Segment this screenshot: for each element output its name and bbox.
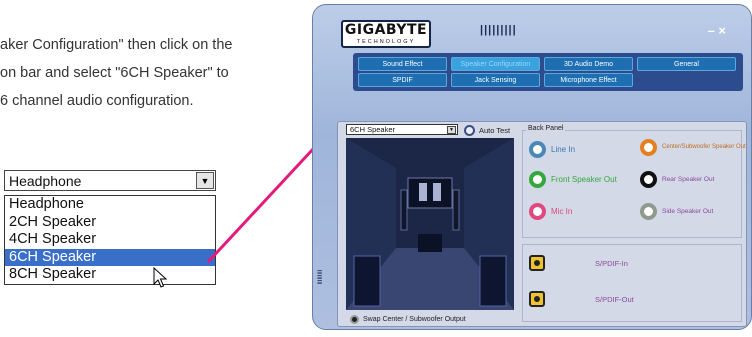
spdif-out-port[interactable]: S/PDIF-Out	[529, 291, 634, 307]
speaker-config-panel: 6CH Speaker ▼ Auto Test Swap Center / Su…	[337, 121, 747, 327]
tab-bar: Sound Effect Speaker Configuration 3D Au…	[353, 53, 743, 91]
jack-rear-out-label: Rear Speaker Out	[662, 176, 715, 183]
speaker-select[interactable]: 6CH Speaker ▼	[346, 124, 458, 135]
jack-line-in[interactable]: Line In	[529, 141, 575, 158]
logo-text: GIGABYTE	[344, 22, 428, 38]
jack-front-speaker-out[interactable]: Front Speaker Out	[529, 171, 617, 188]
tab-speaker-configuration[interactable]: Speaker Configuration	[451, 57, 540, 71]
logo-subtext: TECHNOLOGY	[356, 39, 416, 45]
gigabyte-logo: GIGABYTE TECHNOLOGY	[341, 20, 431, 48]
jack-rear-speaker-out[interactable]: Rear Speaker Out	[640, 171, 714, 188]
speaker-dropdown-zoom[interactable]: Headphone ▼ Headphone 2CH Speaker 4CH Sp…	[4, 170, 216, 288]
title-bar[interactable]: GIGABYTE TECHNOLOGY ||||||||| – ×	[335, 17, 730, 48]
speaker-room-image	[346, 138, 514, 310]
spdif-in-icon	[529, 255, 545, 271]
jack-mic-in-label: Mic In	[551, 207, 573, 216]
dropdown-field[interactable]: Headphone ▼	[4, 170, 216, 191]
jack-mic-in[interactable]: Mic In	[529, 203, 572, 220]
jack-center-sub-label: Center/Subwoofer Speaker Out	[662, 144, 746, 150]
speaker-select-value: 6CH Speaker	[350, 125, 396, 134]
jack-side-out-label: Side Speaker Out	[662, 208, 714, 215]
blue-jack-icon	[529, 141, 546, 158]
pink-jack-icon	[529, 203, 546, 220]
green-jack-icon	[529, 171, 546, 188]
audio-config-window: GIGABYTE TECHNOLOGY ||||||||| – × Sound …	[312, 4, 752, 330]
jack-side-speaker-out[interactable]: Side Speaker Out	[640, 203, 713, 220]
jack-front-out-label: Front Speaker Out	[551, 175, 617, 184]
tab-microphone-effect[interactable]: Microphone Effect	[544, 73, 633, 87]
gray-jack-icon	[640, 203, 657, 220]
option-6ch-speaker[interactable]: 6CH Speaker	[5, 248, 215, 267]
option-headphone[interactable]: Headphone	[5, 196, 215, 214]
window-controls[interactable]: – ×	[708, 23, 726, 38]
option-4ch-speaker[interactable]: 4CH Speaker	[5, 231, 215, 249]
radio-icon	[464, 125, 475, 136]
auto-test-toggle[interactable]: Auto Test	[464, 125, 510, 136]
mouse-cursor-icon	[153, 267, 168, 288]
instruction-line-3: 6 channel audio configuration.	[0, 93, 194, 109]
back-panel-title: Back Panel	[526, 125, 566, 132]
auto-test-label: Auto Test	[479, 126, 511, 135]
black-jack-icon	[640, 171, 657, 188]
dropdown-list: Headphone 2CH Speaker 4CH Speaker 6CH Sp…	[4, 195, 216, 285]
spdif-panel: S/PDIF-In S/PDIF-Out	[522, 244, 742, 322]
swap-center-subwoofer-option[interactable]: Swap Center / Subwoofer Output	[350, 315, 466, 324]
tab-jack-sensing[interactable]: Jack Sensing	[451, 73, 540, 87]
instruction-line-2: on bar and select "6CH Speaker" to	[0, 65, 229, 81]
tab-3d-audio-demo[interactable]: 3D Audio Demo	[544, 57, 633, 71]
spdif-out-label: S/PDIF-Out	[595, 294, 634, 304]
option-2ch-speaker[interactable]: 2CH Speaker	[5, 214, 215, 232]
tab-general[interactable]: General	[637, 57, 736, 71]
spdif-in-port[interactable]: S/PDIF-In	[529, 255, 628, 271]
instruction-text: aker Configuration" then click on the on…	[0, 31, 232, 115]
chevron-down-icon[interactable]: ▼	[196, 172, 214, 189]
jack-center-subwoofer[interactable]: Center/Subwoofer Speaker Out	[640, 139, 746, 156]
tab-spdif[interactable]: SPDIF	[358, 73, 447, 87]
chevron-down-icon[interactable]: ▼	[447, 126, 456, 134]
dropdown-selected-value: Headphone	[9, 172, 82, 189]
orange-jack-icon	[640, 139, 657, 156]
tab-sound-effect[interactable]: Sound Effect	[358, 57, 447, 71]
page: aker Configuration" then click on the on…	[0, 0, 752, 337]
side-grip-icon: ≡ ≡ ≡	[317, 267, 323, 287]
jack-line-in-label: Line In	[551, 145, 576, 154]
instruction-line-1: aker Configuration" then click on the	[0, 37, 233, 53]
spdif-out-icon	[529, 291, 545, 307]
swap-label: Swap Center / Subwoofer Output	[363, 316, 466, 323]
spdif-in-label: S/PDIF-In	[595, 258, 628, 268]
radio-icon	[350, 315, 359, 324]
drag-grip-icon[interactable]: |||||||||	[480, 24, 517, 36]
back-panel: Back Panel Line In Front Speaker Out Mic…	[522, 125, 746, 238]
option-8ch-speaker[interactable]: 8CH Speaker	[5, 266, 215, 284]
